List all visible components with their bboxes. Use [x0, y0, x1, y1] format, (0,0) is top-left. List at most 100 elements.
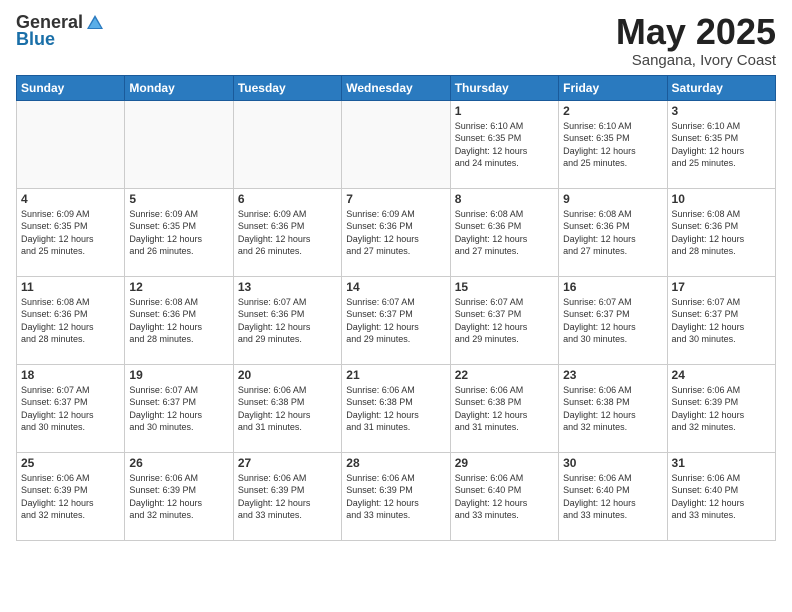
calendar-cell: 27 Sunrise: 6:06 AM Sunset: 6:39 PM Dayli…	[233, 452, 341, 540]
day-info: Sunrise: 6:06 AM Sunset: 6:40 PM Dayligh…	[455, 472, 554, 522]
calendar-cell	[17, 100, 125, 188]
day-number: 18	[21, 368, 120, 382]
day-number: 26	[129, 456, 228, 470]
day-info: Sunrise: 6:06 AM Sunset: 6:38 PM Dayligh…	[346, 384, 445, 434]
day-number: 6	[238, 192, 337, 206]
calendar-cell: 20 Sunrise: 6:06 AM Sunset: 6:38 PM Dayli…	[233, 364, 341, 452]
calendar-cell: 4 Sunrise: 6:09 AM Sunset: 6:35 PM Daylig…	[17, 188, 125, 276]
day-number: 1	[455, 104, 554, 118]
day-number: 3	[672, 104, 771, 118]
day-number: 8	[455, 192, 554, 206]
day-number: 5	[129, 192, 228, 206]
calendar-cell: 23 Sunrise: 6:06 AM Sunset: 6:38 PM Dayli…	[559, 364, 667, 452]
day-info: Sunrise: 6:06 AM Sunset: 6:40 PM Dayligh…	[672, 472, 771, 522]
header: General Blue May 2025 Sangana, Ivory Coa…	[16, 12, 776, 69]
day-info: Sunrise: 6:07 AM Sunset: 6:37 PM Dayligh…	[455, 296, 554, 346]
weekday-header-tuesday: Tuesday	[233, 75, 341, 100]
logo-icon	[85, 13, 105, 33]
day-info: Sunrise: 6:08 AM Sunset: 6:36 PM Dayligh…	[129, 296, 228, 346]
day-number: 24	[672, 368, 771, 382]
day-number: 14	[346, 280, 445, 294]
calendar-cell: 16Sunrise: 6:07 AM Sunset: 6:37 PM Dayli…	[559, 276, 667, 364]
day-info: Sunrise: 6:06 AM Sunset: 6:38 PM Dayligh…	[455, 384, 554, 434]
calendar-cell: 8 Sunrise: 6:08 AM Sunset: 6:36 PM Daylig…	[450, 188, 558, 276]
day-info: Sunrise: 6:08 AM Sunset: 6:36 PM Dayligh…	[455, 208, 554, 258]
day-info: Sunrise: 6:06 AM Sunset: 6:39 PM Dayligh…	[238, 472, 337, 522]
page: General Blue May 2025 Sangana, Ivory Coa…	[0, 0, 792, 612]
calendar-cell: 2Sunrise: 6:10 AM Sunset: 6:35 PM Daylig…	[559, 100, 667, 188]
week-row-2: 4 Sunrise: 6:09 AM Sunset: 6:35 PM Daylig…	[17, 188, 776, 276]
day-number: 30	[563, 456, 662, 470]
weekday-header-wednesday: Wednesday	[342, 75, 450, 100]
day-number: 28	[346, 456, 445, 470]
day-info: Sunrise: 6:06 AM Sunset: 6:38 PM Dayligh…	[563, 384, 662, 434]
day-number: 17	[672, 280, 771, 294]
logo-blue: Blue	[16, 29, 55, 50]
day-info: Sunrise: 6:10 AM Sunset: 6:35 PM Dayligh…	[672, 120, 771, 170]
calendar-cell: 1Sunrise: 6:10 AM Sunset: 6:35 PM Daylig…	[450, 100, 558, 188]
calendar-cell: 17 Sunrise: 6:07 AM Sunset: 6:37 PM Dayli…	[667, 276, 775, 364]
day-info: Sunrise: 6:07 AM Sunset: 6:37 PM Dayligh…	[563, 296, 662, 346]
day-info: Sunrise: 6:08 AM Sunset: 6:36 PM Dayligh…	[21, 296, 120, 346]
day-number: 25	[21, 456, 120, 470]
weekday-header-row: SundayMondayTuesdayWednesdayThursdayFrid…	[17, 75, 776, 100]
week-row-1: 1 Sunrise: 6:10 AM Sunset: 6:35 PM Daylig…	[17, 100, 776, 188]
calendar-cell: 22 Sunrise: 6:06 AM Sunset: 6:38 PM Dayli…	[450, 364, 558, 452]
day-number: 23	[563, 368, 662, 382]
day-number: 4	[21, 192, 120, 206]
calendar-cell: 7 Sunrise: 6:09 AM Sunset: 6:36 PM Daylig…	[342, 188, 450, 276]
title-month: May 2025	[616, 12, 776, 52]
calendar-cell	[125, 100, 233, 188]
day-info: Sunrise: 6:07 AM Sunset: 6:37 PM Dayligh…	[346, 296, 445, 346]
day-info: Sunrise: 6:09 AM Sunset: 6:36 PM Dayligh…	[238, 208, 337, 258]
calendar-cell: 14 Sunrise: 6:07 AM Sunset: 6:37 PM Dayli…	[342, 276, 450, 364]
day-number: 7	[346, 192, 445, 206]
day-number: 31	[672, 456, 771, 470]
day-number: 20	[238, 368, 337, 382]
calendar-cell: 26 Sunrise: 6:06 AM Sunset: 6:39 PM Dayli…	[125, 452, 233, 540]
day-info: Sunrise: 6:06 AM Sunset: 6:39 PM Dayligh…	[21, 472, 120, 522]
day-number: 13	[238, 280, 337, 294]
calendar-cell: 11 Sunrise: 6:08 AM Sunset: 6:36 PM Dayli…	[17, 276, 125, 364]
day-info: Sunrise: 6:06 AM Sunset: 6:39 PM Dayligh…	[129, 472, 228, 522]
title-block: May 2025 Sangana, Ivory Coast	[616, 12, 776, 69]
calendar-cell	[342, 100, 450, 188]
weekday-header-monday: Monday	[125, 75, 233, 100]
day-info: Sunrise: 6:09 AM Sunset: 6:35 PM Dayligh…	[129, 208, 228, 258]
day-number: 29	[455, 456, 554, 470]
day-info: Sunrise: 6:06 AM Sunset: 6:39 PM Dayligh…	[672, 384, 771, 434]
logo: General Blue	[16, 12, 107, 50]
weekday-header-sunday: Sunday	[17, 75, 125, 100]
calendar-cell: 6 Sunrise: 6:09 AM Sunset: 6:36 PM Daylig…	[233, 188, 341, 276]
calendar-cell: 28 Sunrise: 6:06 AM Sunset: 6:39 PM Dayli…	[342, 452, 450, 540]
day-number: 21	[346, 368, 445, 382]
day-info: Sunrise: 6:06 AM Sunset: 6:39 PM Dayligh…	[346, 472, 445, 522]
calendar-cell: 24 Sunrise: 6:06 AM Sunset: 6:39 PM Dayli…	[667, 364, 775, 452]
calendar-cell: 30Sunrise: 6:06 AM Sunset: 6:40 PM Dayli…	[559, 452, 667, 540]
day-info: Sunrise: 6:07 AM Sunset: 6:37 PM Dayligh…	[672, 296, 771, 346]
day-info: Sunrise: 6:07 AM Sunset: 6:37 PM Dayligh…	[21, 384, 120, 434]
calendar-cell: 12Sunrise: 6:08 AM Sunset: 6:36 PM Dayli…	[125, 276, 233, 364]
day-info: Sunrise: 6:09 AM Sunset: 6:35 PM Dayligh…	[21, 208, 120, 258]
day-info: Sunrise: 6:08 AM Sunset: 6:36 PM Dayligh…	[563, 208, 662, 258]
day-info: Sunrise: 6:09 AM Sunset: 6:36 PM Dayligh…	[346, 208, 445, 258]
calendar-cell: 5 Sunrise: 6:09 AM Sunset: 6:35 PM Daylig…	[125, 188, 233, 276]
day-number: 19	[129, 368, 228, 382]
day-number: 2	[563, 104, 662, 118]
calendar-cell: 31 Sunrise: 6:06 AM Sunset: 6:40 PM Dayli…	[667, 452, 775, 540]
calendar-cell: 18 Sunrise: 6:07 AM Sunset: 6:37 PM Dayli…	[17, 364, 125, 452]
day-number: 11	[21, 280, 120, 294]
calendar: SundayMondayTuesdayWednesdayThursdayFrid…	[16, 75, 776, 541]
day-info: Sunrise: 6:07 AM Sunset: 6:37 PM Dayligh…	[129, 384, 228, 434]
day-number: 27	[238, 456, 337, 470]
weekday-header-saturday: Saturday	[667, 75, 775, 100]
day-info: Sunrise: 6:06 AM Sunset: 6:38 PM Dayligh…	[238, 384, 337, 434]
week-row-3: 11 Sunrise: 6:08 AM Sunset: 6:36 PM Dayli…	[17, 276, 776, 364]
day-number: 22	[455, 368, 554, 382]
day-info: Sunrise: 6:08 AM Sunset: 6:36 PM Dayligh…	[672, 208, 771, 258]
calendar-cell: 21 Sunrise: 6:06 AM Sunset: 6:38 PM Dayli…	[342, 364, 450, 452]
day-info: Sunrise: 6:07 AM Sunset: 6:36 PM Dayligh…	[238, 296, 337, 346]
calendar-cell: 25 Sunrise: 6:06 AM Sunset: 6:39 PM Dayli…	[17, 452, 125, 540]
calendar-cell: 13 Sunrise: 6:07 AM Sunset: 6:36 PM Dayli…	[233, 276, 341, 364]
weekday-header-thursday: Thursday	[450, 75, 558, 100]
